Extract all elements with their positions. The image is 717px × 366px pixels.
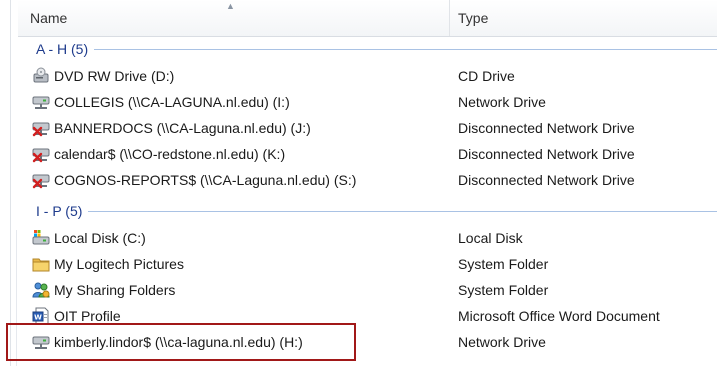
dvd-drive-icon — [32, 67, 50, 85]
list-item[interactable]: My Logitech Pictures System Folder — [18, 251, 717, 277]
item-type: Microsoft Office Word Document — [458, 308, 660, 324]
explorer-file-list: Name ▲ Type A - H (5) DVD RW Drive (D:) … — [0, 0, 717, 366]
column-header-name[interactable]: Name ▲ — [18, 0, 450, 36]
item-name: BANNERDOCS (\\CA-Laguna.nl.edu) (J:) — [54, 120, 311, 136]
item-name: My Logitech Pictures — [54, 256, 184, 272]
word-document-icon: W — [32, 307, 50, 325]
network-drive-icon — [32, 93, 50, 111]
item-name: DVD RW Drive (D:) — [54, 68, 175, 84]
group-label: I - P (5) — [36, 203, 83, 219]
column-header-type-label: Type — [458, 10, 489, 26]
item-type: CD Drive — [458, 68, 515, 84]
item-type: Disconnected Network Drive — [458, 172, 635, 188]
folder-icon — [32, 255, 50, 273]
item-name: My Sharing Folders — [54, 282, 176, 298]
local-disk-icon — [32, 229, 50, 247]
item-type: Disconnected Network Drive — [458, 146, 635, 162]
item-name: Local Disk (C:) — [54, 230, 146, 246]
group-header-i-p[interactable]: I - P (5) — [18, 200, 717, 222]
group-divider — [88, 210, 717, 212]
svg-text:W: W — [34, 314, 42, 322]
list-item[interactable]: My Sharing Folders System Folder — [18, 277, 717, 303]
list-item[interactable]: Local Disk (C:) Local Disk — [18, 225, 717, 251]
group-label: A - H (5) — [36, 41, 89, 57]
list-item[interactable]: DVD RW Drive (D:) CD Drive — [18, 63, 717, 89]
item-type: Disconnected Network Drive — [458, 120, 635, 136]
network-drive-icon — [32, 333, 50, 351]
column-header-type[interactable]: Type — [450, 0, 717, 36]
list-item[interactable]: calendar$ (\\CO-redstone.nl.edu) (K:) Di… — [18, 141, 717, 167]
item-type: Network Drive — [458, 94, 546, 110]
item-name: OIT Profile — [54, 308, 121, 324]
item-type: Local Disk — [458, 230, 523, 246]
list-item[interactable]: W OIT Profile Microsoft Office Word Docu… — [18, 303, 717, 329]
sharing-folder-icon — [32, 281, 50, 299]
disconnected-network-drive-icon — [32, 171, 50, 189]
list-item[interactable]: kimberly.lindor$ (\\ca-laguna.nl.edu) (H… — [18, 329, 717, 355]
item-name: kimberly.lindor$ (\\ca-laguna.nl.edu) (H… — [54, 334, 303, 350]
item-type: Network Drive — [458, 334, 546, 350]
item-type: System Folder — [458, 282, 549, 298]
item-name: COLLEGIS (\\CA-LAGUNA.nl.edu) (I:) — [54, 94, 290, 110]
list-frame-border-inner — [16, 230, 17, 366]
sort-ascending-icon: ▲ — [226, 1, 235, 11]
column-header-name-label: Name — [30, 10, 68, 26]
disconnected-network-drive-icon — [32, 119, 50, 137]
column-header: Name ▲ Type — [18, 0, 717, 37]
group-header-a-h[interactable]: A - H (5) — [18, 38, 717, 60]
list-item[interactable]: BANNERDOCS (\\CA-Laguna.nl.edu) (J:) Dis… — [18, 115, 717, 141]
list-item[interactable]: COLLEGIS (\\CA-LAGUNA.nl.edu) (I:) Netwo… — [18, 89, 717, 115]
list-frame-border — [10, 0, 11, 366]
item-type: System Folder — [458, 256, 549, 272]
disconnected-network-drive-icon — [32, 145, 50, 163]
item-name: calendar$ (\\CO-redstone.nl.edu) (K:) — [54, 146, 286, 162]
item-name: COGNOS-REPORTS$ (\\CA-Laguna.nl.edu) (S:… — [54, 172, 357, 188]
group-divider — [94, 48, 717, 50]
list-item[interactable]: COGNOS-REPORTS$ (\\CA-Laguna.nl.edu) (S:… — [18, 167, 717, 193]
